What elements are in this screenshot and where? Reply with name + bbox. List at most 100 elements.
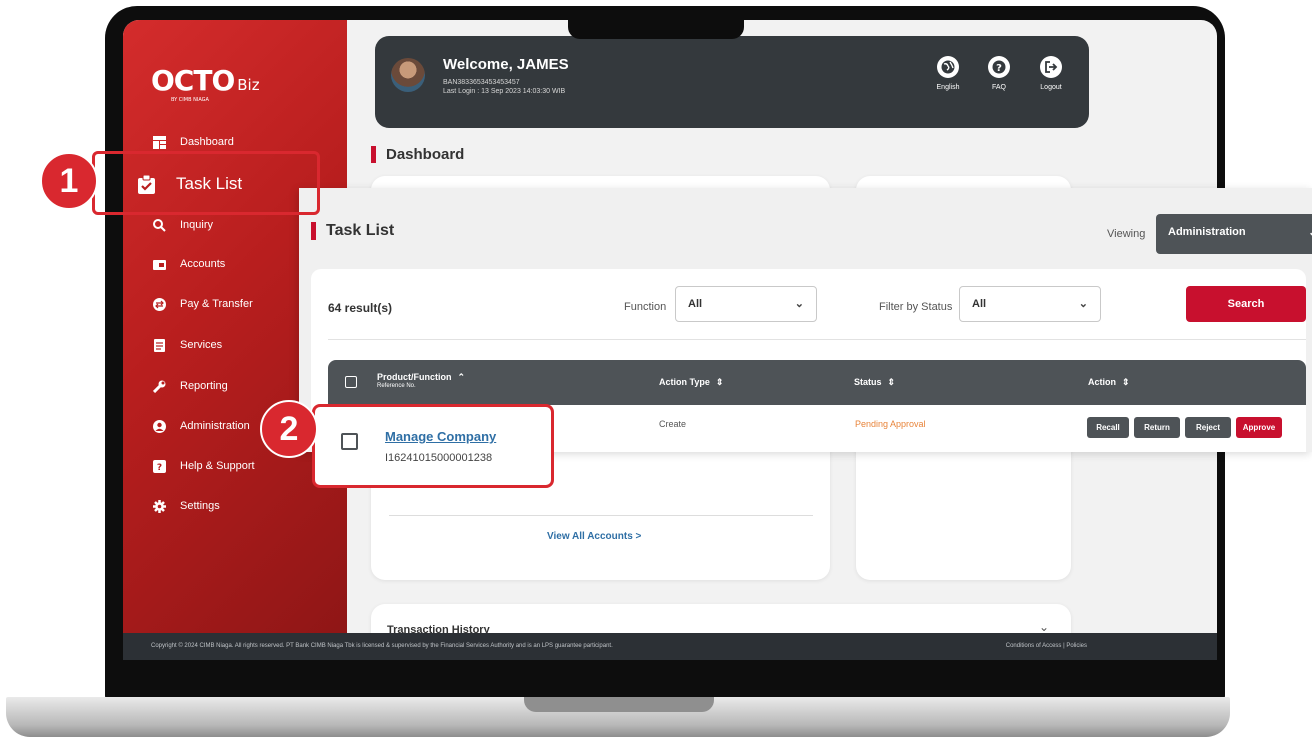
sort-icon: ⇕ <box>887 377 896 387</box>
table-header: Product/Function ⌃ Reference No. Action T… <box>328 360 1306 405</box>
dashboard-icon <box>153 135 166 149</box>
octo-biz-logo[interactable]: OCTO Biz BY CIMB NIAGA <box>151 64 260 103</box>
transfer-icon <box>153 297 166 311</box>
status-filter-value: All <box>972 298 987 310</box>
logout-icon <box>1040 56 1062 78</box>
chevron-down-icon: ⌄ <box>1078 298 1088 310</box>
globe-icon <box>937 56 959 78</box>
task-list-title: Task List <box>311 222 394 240</box>
column-label: Action Type <box>659 377 710 387</box>
sidebar-item-help-support[interactable]: ? Help & Support <box>153 456 255 476</box>
column-action-type[interactable]: Action Type ⇕ <box>659 377 723 388</box>
faq-label: FAQ <box>991 84 1006 91</box>
search-button[interactable]: Search <box>1186 286 1306 322</box>
function-label: Function <box>624 301 667 313</box>
task-list-title-text: Task List <box>326 222 395 239</box>
footer-links[interactable]: Conditions of Access | Policies <box>1006 643 1087 649</box>
sidebar-item-label: Inquiry <box>180 219 214 231</box>
column-sublabel: Reference No. <box>377 383 416 389</box>
svg-text:?: ? <box>157 463 162 473</box>
approve-button[interactable]: Approve <box>1236 417 1282 438</box>
copyright-text: Copyright © 2024 CIMB Niaga. All rights … <box>151 643 613 649</box>
search-icon <box>153 218 166 232</box>
sidebar-item-label: Administration <box>180 420 250 432</box>
sidebar-item-label: Dashboard <box>180 136 234 148</box>
sidebar-item-pay-transfer[interactable]: Pay & Transfer <box>153 294 253 314</box>
sidebar-item-label: Pay & Transfer <box>180 298 253 310</box>
faq-button[interactable]: ? FAQ <box>979 56 1019 91</box>
status-filter-select[interactable]: All ⌄ <box>959 286 1101 322</box>
return-button[interactable]: Return <box>1134 417 1180 438</box>
action-type-value: Create <box>659 419 687 429</box>
logo-suffix: Biz <box>237 76 260 94</box>
task-reference-no: I16241015000001238 <box>385 452 493 464</box>
task-product-link[interactable]: Manage Company <box>385 429 496 444</box>
welcome-header: Welcome, JAMES BAN3833653453453457 Last … <box>375 36 1089 128</box>
gear-icon <box>153 499 166 513</box>
sidebar-item-label: Help & Support <box>180 460 255 472</box>
results-count: 64 result(s) <box>328 301 393 315</box>
laptop-base-notch <box>524 697 714 712</box>
sort-icon: ⇕ <box>1122 377 1130 387</box>
row-checkbox[interactable] <box>341 433 358 450</box>
sidebar-item-reporting[interactable]: Reporting <box>153 376 228 396</box>
reject-button[interactable]: Reject <box>1185 417 1231 438</box>
column-label: Status <box>854 377 882 387</box>
viewing-label: Viewing <box>1107 228 1146 240</box>
user-circle-icon <box>153 419 166 433</box>
status-filter-label: Filter by Status <box>879 301 953 313</box>
dashboard-title: Dashboard <box>371 146 464 163</box>
sidebar-item-label: Services <box>180 339 223 351</box>
viewing-select[interactable]: Administration ⌄ <box>1156 214 1312 254</box>
title-accent <box>311 222 316 240</box>
footer: Copyright © 2024 CIMB Niaga. All rights … <box>123 633 1217 660</box>
accounts-divider <box>389 515 813 516</box>
viewing-value: Administration <box>1168 226 1246 238</box>
sidebar-item-accounts[interactable]: Accounts <box>153 254 225 274</box>
sort-icon: ⇕ <box>715 377 724 387</box>
welcome-title: Welcome, JAMES <box>443 56 569 73</box>
column-status[interactable]: Status ⇕ <box>854 377 895 388</box>
sidebar-item-inquiry[interactable]: Inquiry <box>153 215 213 235</box>
column-action[interactable]: Action ⇕ <box>1088 377 1130 388</box>
question-icon: ? <box>153 459 166 473</box>
highlight-task-list <box>92 151 320 215</box>
function-value: All <box>688 298 703 310</box>
sidebar-item-label: Accounts <box>180 258 226 270</box>
sidebar-item-label: Settings <box>180 500 220 512</box>
chevron-down-icon[interactable]: ⌄ <box>1039 620 1049 634</box>
last-login: Last Login : 13 Sep 2023 14:03:30 WIB <box>443 88 566 95</box>
highlight-task-row: Manage Company I16241015000001238 <box>312 404 554 488</box>
sidebar-item-administration[interactable]: Administration <box>153 416 250 436</box>
column-label: Action <box>1088 377 1116 387</box>
svg-text:?: ? <box>996 63 1002 74</box>
logo-sub: BY CIMB NIAGA <box>171 97 209 103</box>
sidebar-item-dashboard[interactable]: Dashboard <box>153 132 234 152</box>
avatar[interactable] <box>391 58 425 92</box>
chevron-down-icon: ⌄ <box>794 298 804 310</box>
column-product-function[interactable]: Product/Function ⌃ Reference No. <box>377 372 465 389</box>
function-select[interactable]: All ⌄ <box>675 286 817 322</box>
user-id: BAN3833653453453457 <box>443 79 520 86</box>
recall-button[interactable]: Recall <box>1087 417 1129 438</box>
logout-label: Logout <box>1040 84 1062 91</box>
question-circle-icon: ? <box>988 56 1010 78</box>
select-all-checkbox[interactable] <box>345 376 357 388</box>
step-badge-2: 2 <box>260 400 318 458</box>
sidebar-item-settings[interactable]: Settings <box>153 496 220 516</box>
wallet-icon <box>153 258 166 271</box>
logout-button[interactable]: Logout <box>1031 56 1071 91</box>
column-label: Product/Function <box>377 372 452 382</box>
language-label: English <box>936 84 960 91</box>
logo-text: OCTO <box>151 64 235 97</box>
divider <box>328 339 1306 340</box>
sidebar-item-label: Reporting <box>180 380 228 392</box>
language-button[interactable]: English <box>928 56 968 91</box>
view-all-accounts-link[interactable]: View All Accounts > <box>547 531 641 542</box>
sort-icon: ⌃ <box>457 372 466 382</box>
step-badge-1: 1 <box>40 152 98 210</box>
sidebar-item-services[interactable]: Services <box>153 335 222 355</box>
status-value: Pending Approval <box>855 419 926 429</box>
title-accent <box>371 146 376 163</box>
laptop-camera-notch <box>568 6 744 39</box>
